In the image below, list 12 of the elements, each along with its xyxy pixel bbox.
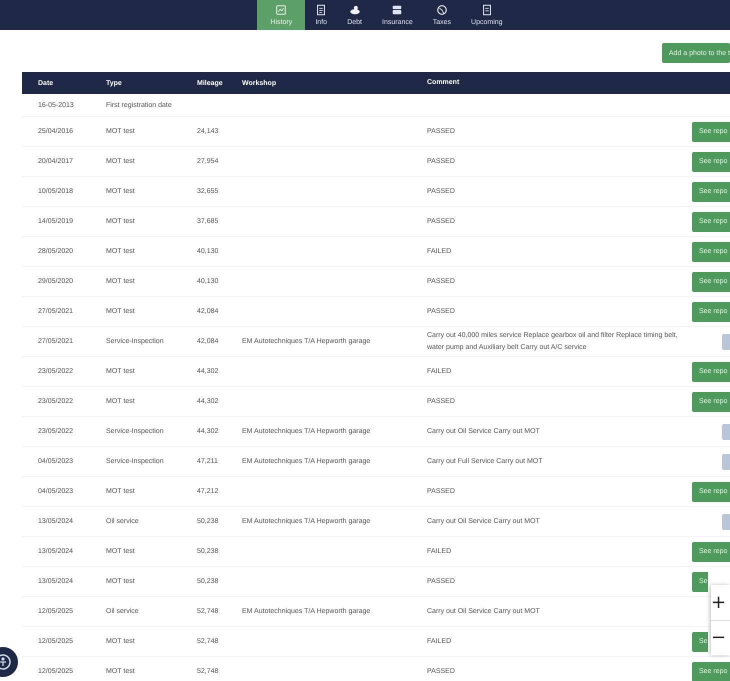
details-button[interactable]	[722, 514, 730, 530]
person-icon	[348, 4, 361, 16]
stack-icon	[391, 4, 404, 16]
details-button[interactable]	[722, 334, 730, 350]
details-button[interactable]	[722, 454, 730, 470]
document-icon	[315, 4, 328, 16]
chart-icon	[275, 4, 288, 16]
globe-icon	[436, 4, 448, 16]
list-icon	[480, 4, 493, 16]
zoom-in-button[interactable]: +	[711, 585, 730, 620]
zoom-out-button[interactable]: −	[711, 620, 730, 655]
details-button[interactable]	[722, 424, 730, 440]
